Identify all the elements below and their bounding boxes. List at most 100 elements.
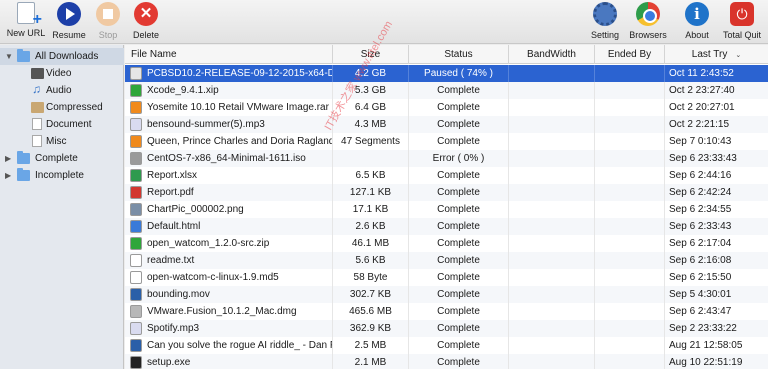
- column-header-status[interactable]: Status: [409, 45, 509, 64]
- browsers-button[interactable]: Browsers: [622, 0, 674, 44]
- last-try-cell: Sep 6 2:17:04: [669, 238, 732, 249]
- size-cell: 127.1 KB: [333, 184, 409, 201]
- film-icon: [31, 68, 44, 79]
- sidebar-item-audio[interactable]: ♫ Audio: [0, 82, 124, 99]
- column-header-bandwidth[interactable]: BandWidth: [509, 45, 595, 64]
- terminal-icon: [130, 356, 142, 369]
- sidebar-item-label: Audio: [46, 85, 72, 96]
- printer-icon: [130, 152, 142, 165]
- status-cell: Complete: [409, 269, 509, 286]
- status-cell: Complete: [409, 286, 509, 303]
- table-row[interactable]: ChartPic_000002.png 17.1 KB Complete Sep 6 …: [125, 201, 768, 218]
- status-cell: Complete: [409, 167, 509, 184]
- quicktime-icon: [130, 288, 142, 301]
- size-cell: 2.6 KB: [333, 218, 409, 235]
- size-cell: 465.6 MB: [333, 303, 409, 320]
- archive-icon: [130, 84, 142, 97]
- ended-by-cell: [595, 337, 665, 354]
- bandwidth-cell: [509, 354, 595, 369]
- size-cell: [333, 150, 409, 167]
- size-cell: 6.4 GB: [333, 99, 409, 116]
- ended-by-cell: [595, 235, 665, 252]
- last-try-cell: Sep 6 2:15:50: [669, 272, 732, 283]
- status-cell: Paused ( 74% ): [409, 65, 509, 82]
- sidebar-item-incomplete[interactable]: ▶ Incomplete: [0, 167, 124, 184]
- bandwidth-cell: [509, 303, 595, 320]
- sidebar-item-label: Incomplete: [35, 170, 84, 181]
- size-cell: 4.2 GB: [333, 65, 409, 82]
- status-cell: Complete: [409, 218, 509, 235]
- size-cell: 17.1 KB: [333, 201, 409, 218]
- table-row[interactable]: PCBSD10.2-RELEASE-09-12-2015-x64-DVD.iso…: [125, 65, 768, 82]
- table-row[interactable]: setup.exe 2.1 MB Complete Aug 10 22:51:19: [125, 354, 768, 369]
- ended-by-cell: [595, 252, 665, 269]
- table-row[interactable]: Xcode_9.4.1.xip 5.3 GB Complete Oct 2 23:27…: [125, 82, 768, 99]
- column-header-ended-by[interactable]: Ended By: [595, 45, 665, 64]
- close-icon: ✕: [134, 2, 158, 26]
- last-try-cell: Sep 5 4:30:01: [669, 289, 732, 300]
- file-name-cell: Can you solve the rogue AI riddle_ - Dan…: [125, 337, 333, 354]
- sidebar-item-compressed[interactable]: Compressed: [0, 99, 124, 116]
- file-name-cell: Queen, Prince Charles and Doria Ragland …: [125, 133, 333, 150]
- column-header-last-try[interactable]: Last Try ⌄: [665, 45, 768, 64]
- status-cell: Complete: [409, 235, 509, 252]
- last-try-cell: Oct 2 2:21:15: [669, 119, 730, 130]
- status-cell: Complete: [409, 82, 509, 99]
- table-row[interactable]: Queen, Prince Charles and Doria Ragland …: [125, 133, 768, 150]
- column-header-size[interactable]: Size: [333, 45, 409, 64]
- last-try-cell: Oct 2 20:27:01: [669, 102, 735, 113]
- table-row[interactable]: Yosemite 10.10 Retail VMware Image.rar 6.…: [125, 99, 768, 116]
- bandwidth-cell: [509, 82, 595, 99]
- sidebar-item-complete[interactable]: ▶ Complete: [0, 150, 124, 167]
- file-name-cell: CentOS-7-x86_64-Minimal-1611.iso: [125, 150, 333, 167]
- table-row[interactable]: bensound-summer(5).mp3 4.3 MB Complete Oct …: [125, 116, 768, 133]
- sidebar-item-label: Document: [46, 119, 92, 130]
- delete-button[interactable]: ✕ Delete: [120, 0, 172, 44]
- table-row[interactable]: VMware.Fusion_10.1.2_Mac.dmg 465.6 MB Comp…: [125, 303, 768, 320]
- status-cell: Complete: [409, 184, 509, 201]
- blank-file-icon: [130, 271, 142, 284]
- ended-by-cell: [595, 65, 665, 82]
- size-cell: 46.1 MB: [333, 235, 409, 252]
- ended-by-cell: [595, 201, 665, 218]
- status-cell: Complete: [409, 201, 509, 218]
- disk-image-icon: [130, 305, 142, 318]
- table-row[interactable]: open-watcom-c-linux-1.9.md5 58 Byte Comple…: [125, 269, 768, 286]
- size-cell: 5.3 GB: [333, 82, 409, 99]
- pdf-icon: [130, 186, 142, 199]
- last-try-cell: Aug 21 12:58:05: [669, 340, 743, 351]
- table-row[interactable]: Default.html 2.6 KB Complete Sep 6 2:33:43: [125, 218, 768, 235]
- table-row[interactable]: Can you solve the rogue AI riddle_ - Dan…: [125, 337, 768, 354]
- toolbar: New URL Resume Stop ✕ Delete Setting Bro…: [0, 0, 768, 44]
- chrome-icon: [636, 2, 660, 26]
- total-quit-button[interactable]: ⏻ Total Quit: [716, 0, 768, 44]
- table-row[interactable]: Report.pdf 127.1 KB Complete Sep 6 2:42:24: [125, 184, 768, 201]
- table-row[interactable]: bounding.mov 302.7 KB Complete Sep 5 4:30:0…: [125, 286, 768, 303]
- text-file-icon: [130, 254, 142, 267]
- table-row[interactable]: CentOS-7-x86_64-Minimal-1611.iso Error ( …: [125, 150, 768, 167]
- file-name-cell: bounding.mov: [125, 286, 333, 303]
- bandwidth-cell: [509, 116, 595, 133]
- bandwidth-cell: [509, 320, 595, 337]
- status-cell: Error ( 0% ): [409, 150, 509, 167]
- last-try-cell: Sep 6 23:33:43: [669, 153, 737, 164]
- last-try-cell: Sep 2 23:33:22: [669, 323, 737, 334]
- status-cell: Complete: [409, 99, 509, 116]
- sidebar-item-all-downloads[interactable]: ▼ All Downloads: [0, 48, 124, 65]
- table-row[interactable]: open_watcom_1.2.0-src.zip 46.1 MB Complete…: [125, 235, 768, 252]
- table-header: File Name Size Status BandWidth Ended By…: [125, 45, 768, 64]
- table-row[interactable]: Spotify.mp3 362.9 KB Complete Sep 2 23:33:2…: [125, 320, 768, 337]
- sidebar-item-document[interactable]: Document: [0, 116, 124, 133]
- size-cell: 6.5 KB: [333, 167, 409, 184]
- sidebar-item-misc[interactable]: Misc: [0, 133, 124, 150]
- sidebar-item-video[interactable]: Video: [0, 65, 124, 82]
- table-row[interactable]: readme.txt 5.6 KB Complete Sep 6 2:16:08: [125, 252, 768, 269]
- last-try-cell: Oct 2 23:27:40: [669, 85, 735, 96]
- status-cell: Complete: [409, 252, 509, 269]
- delete-label: Delete: [132, 30, 159, 40]
- table-row[interactable]: Report.xlsx 6.5 KB Complete Sep 6 2:44:16: [125, 167, 768, 184]
- sidebar-item-label: Video: [46, 68, 72, 79]
- bandwidth-cell: [509, 184, 595, 201]
- document-icon: [32, 118, 42, 130]
- column-header-file-name[interactable]: File Name: [125, 45, 333, 64]
